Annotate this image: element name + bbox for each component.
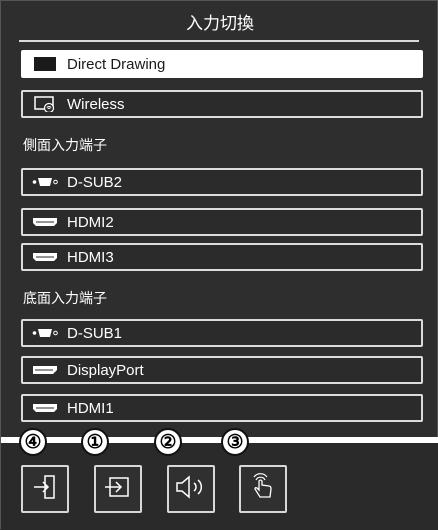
input-item-side-hdmi3[interactable]: HDMI3 <box>21 243 423 271</box>
input-item-label: D-SUB1 <box>67 324 123 342</box>
input-item-direct-drawing[interactable]: Direct Drawing <box>21 50 423 78</box>
input-item-side-hdmi2[interactable]: HDMI2 <box>21 208 423 236</box>
input-item-bottom-dsub1[interactable]: D-SUB1 <box>21 319 423 347</box>
input-item-label: DisplayPort <box>67 361 144 379</box>
section-label-bottom: 底面入力端子 <box>23 291 107 307</box>
hdmi-icon <box>31 248 59 266</box>
input-switch-panel: 入力切換 Direct Drawing Wireless 側面入力端子 D-SU… <box>0 0 438 530</box>
input-item-bottom-displayport[interactable]: DisplayPort <box>21 356 423 384</box>
input-item-label: HDMI3 <box>67 248 114 266</box>
volume-icon <box>174 473 208 506</box>
callout-badge-4: ④ <box>19 428 47 456</box>
hdmi-icon <box>31 399 59 417</box>
input-item-side-dsub2[interactable]: D-SUB2 <box>21 168 423 196</box>
vga-icon <box>31 324 59 342</box>
screen-icon <box>31 55 59 73</box>
input-item-bottom-hdmi1[interactable]: HDMI1 <box>21 394 423 422</box>
volume-button[interactable] <box>167 465 215 513</box>
input-item-label: Direct Drawing <box>67 55 166 73</box>
exit-button[interactable] <box>21 465 69 513</box>
callout-badge-1: ① <box>81 428 109 456</box>
callout-badge-2: ② <box>154 428 182 456</box>
hdmi-icon <box>31 213 59 231</box>
exit-icon <box>30 473 60 506</box>
callout-badge-3: ③ <box>221 428 249 456</box>
input-item-wireless[interactable]: Wireless <box>21 90 423 118</box>
touch-button[interactable] <box>239 465 287 513</box>
panel-title: 入力切換 <box>186 14 254 34</box>
input-switch-button[interactable] <box>94 465 142 513</box>
input-item-label: Wireless <box>67 95 125 113</box>
input-item-label: D-SUB2 <box>67 173 123 191</box>
wireless-icon <box>31 95 59 113</box>
input-item-label: HDMI1 <box>67 399 114 417</box>
section-label-side: 側面入力端子 <box>23 138 107 154</box>
touch-icon <box>248 472 278 507</box>
displayport-icon <box>31 361 59 379</box>
vga-icon <box>31 173 59 191</box>
input-item-label: HDMI2 <box>67 213 114 231</box>
input-switch-icon <box>103 473 133 506</box>
title-divider <box>19 40 419 42</box>
